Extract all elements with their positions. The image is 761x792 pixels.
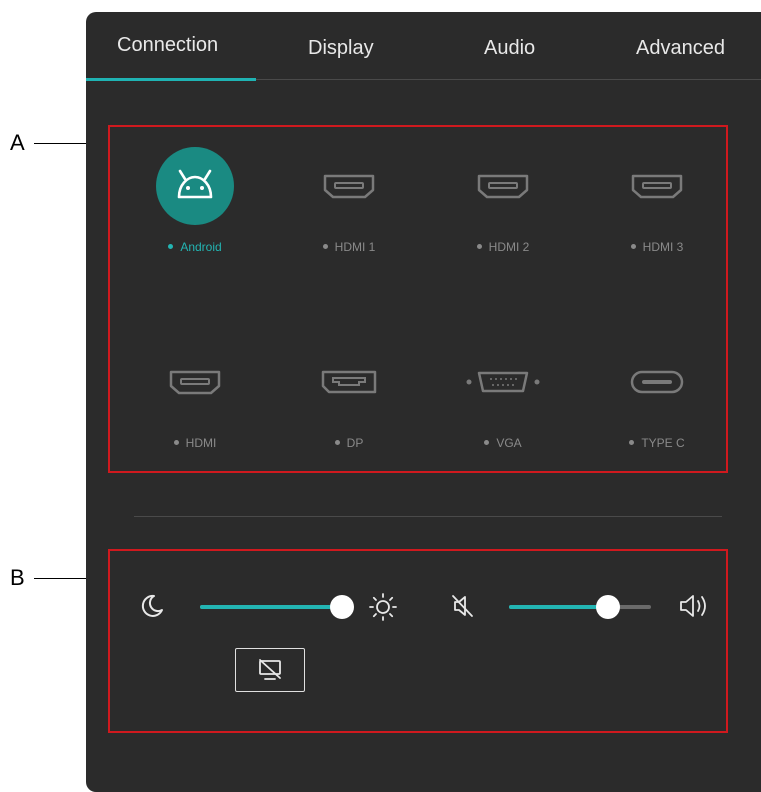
- source-hdmi-1[interactable]: HDMI 1: [279, 146, 419, 266]
- tab-display[interactable]: Display: [308, 37, 374, 60]
- callout-b: B: [10, 565, 25, 590]
- source-label: HDMI 2: [433, 240, 573, 254]
- source-android[interactable]: Android: [125, 146, 265, 266]
- tab-advanced[interactable]: Advanced: [636, 37, 725, 60]
- tab-divider: [256, 79, 761, 80]
- speaker-icon: [678, 592, 710, 620]
- tab-audio[interactable]: Audio: [484, 37, 535, 60]
- hdmi-icon: [463, 146, 543, 226]
- settings-panel: Connection Display Audio Advanced Androi…: [86, 12, 761, 792]
- screen-off-button[interactable]: [235, 648, 305, 692]
- usb-c-icon: [617, 342, 697, 422]
- source-label: TYPE C: [587, 436, 727, 450]
- hdmi-icon: [617, 146, 697, 226]
- moon-icon: [138, 592, 166, 620]
- brightness-slider-knob[interactable]: [330, 595, 354, 619]
- callout-a: A: [10, 130, 25, 155]
- tab-bar: Connection Display Audio Advanced: [86, 12, 761, 81]
- source-hdmi-3[interactable]: HDMI 3: [587, 146, 727, 266]
- volume-slider[interactable]: [509, 595, 651, 619]
- source-hdmi-2[interactable]: HDMI 2: [433, 146, 573, 266]
- highlight-box-b: [108, 549, 728, 733]
- brightness-slider-fill: [200, 605, 342, 609]
- source-type-c[interactable]: TYPE C: [587, 342, 727, 462]
- source-dp[interactable]: DP: [279, 342, 419, 462]
- android-icon: [156, 147, 234, 225]
- volume-slider-knob[interactable]: [596, 595, 620, 619]
- hdmi-icon: [309, 146, 389, 226]
- source-label: DP: [279, 436, 419, 450]
- tab-connection[interactable]: Connection: [117, 34, 218, 57]
- source-label: HDMI 3: [587, 240, 727, 254]
- volume-slider-fill: [509, 605, 608, 609]
- brightness-slider[interactable]: [200, 595, 354, 619]
- source-vga[interactable]: VGA: [433, 342, 573, 462]
- sun-icon: [368, 592, 398, 622]
- vga-icon: [463, 342, 543, 422]
- mute-icon: [450, 593, 476, 619]
- screen-off-icon: [257, 658, 283, 682]
- source-label: HDMI: [125, 436, 265, 450]
- source-label: VGA: [433, 436, 573, 450]
- section-divider: [134, 516, 722, 517]
- android-icon-wrap: [155, 146, 235, 226]
- source-label: Android: [125, 240, 265, 254]
- hdmi-icon: [155, 342, 235, 422]
- source-hdmi[interactable]: HDMI: [125, 342, 265, 462]
- displayport-icon: [309, 342, 389, 422]
- active-tab-indicator: [86, 78, 256, 81]
- source-label: HDMI 1: [279, 240, 419, 254]
